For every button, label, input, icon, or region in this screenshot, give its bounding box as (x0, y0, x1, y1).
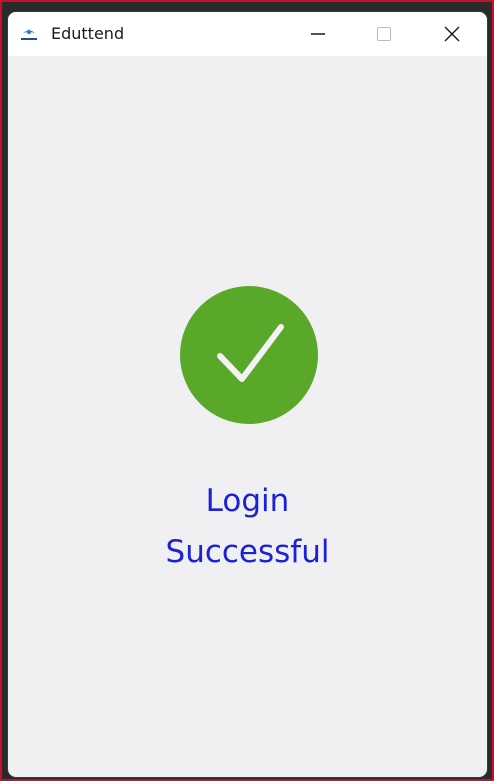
message-line-1: Login (205, 483, 290, 519)
screen-frame: Eduttend Login Successful (0, 0, 494, 781)
window-title: Eduttend (51, 24, 125, 43)
eduttend-logo-icon (21, 29, 37, 40)
check-icon (180, 286, 318, 424)
close-button[interactable] (429, 12, 475, 56)
maximize-icon (377, 27, 391, 41)
main-content: Login Successful (8, 56, 487, 777)
title-bar[interactable]: Eduttend (8, 12, 487, 56)
minimize-icon (311, 33, 325, 35)
login-status-message: Login Successful (8, 476, 487, 578)
maximize-button[interactable] (361, 12, 407, 56)
message-line-2: Successful (165, 534, 330, 570)
minimize-button[interactable] (295, 12, 341, 56)
app-window: Eduttend Login Successful (8, 12, 487, 777)
close-icon (444, 26, 460, 42)
